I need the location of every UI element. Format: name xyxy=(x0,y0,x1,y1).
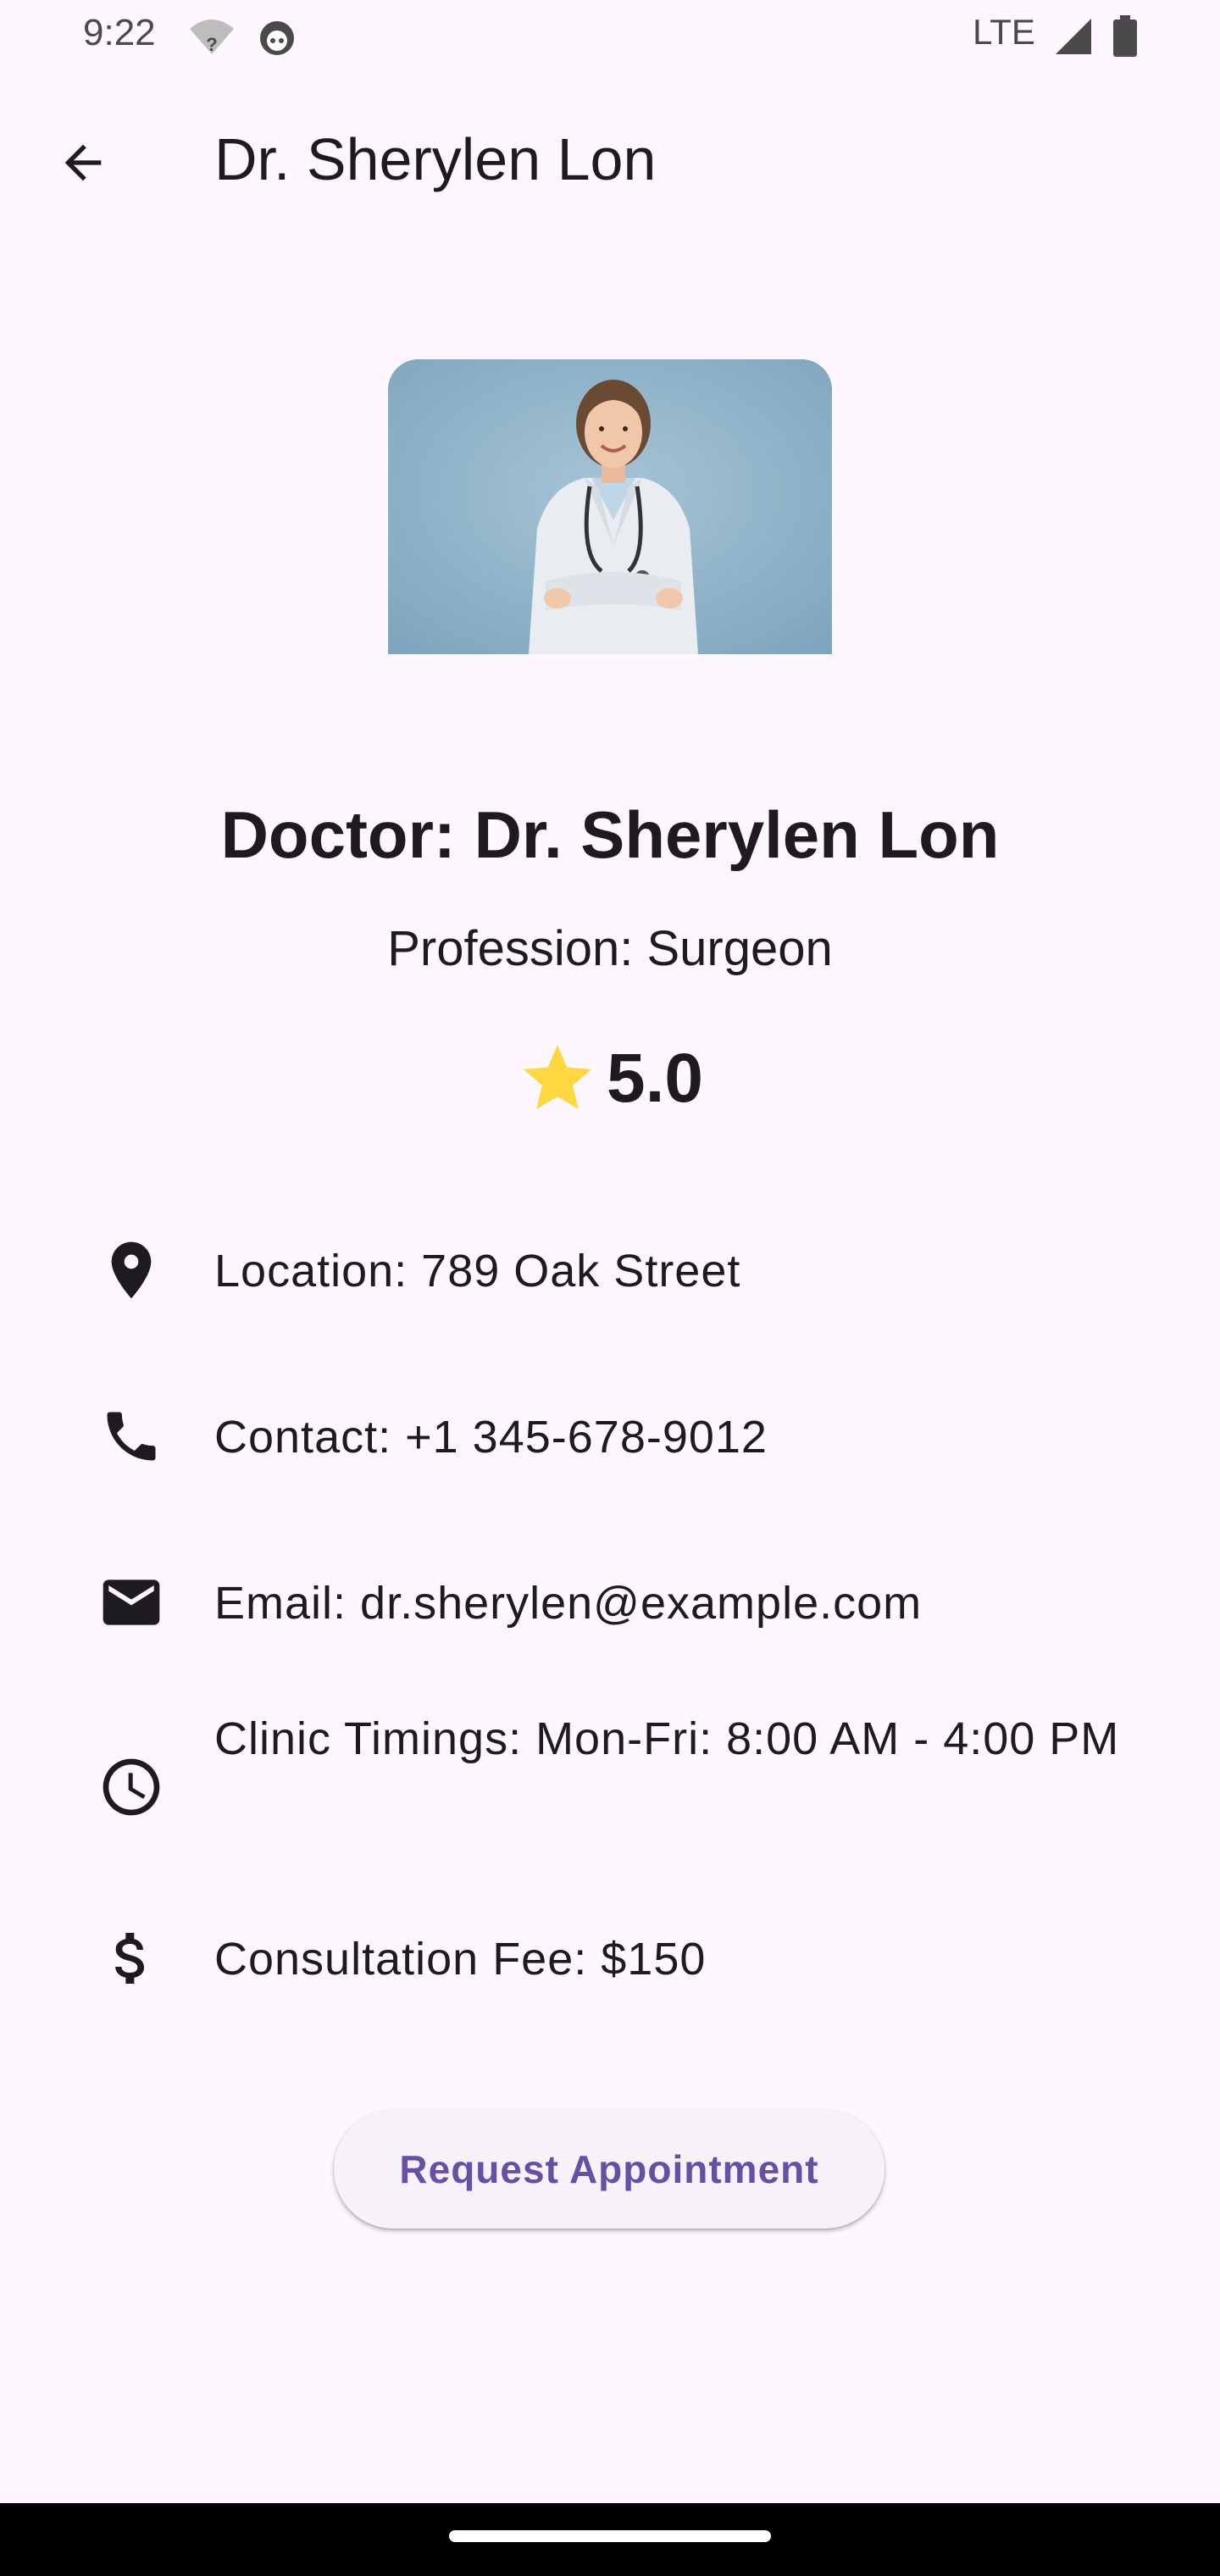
doctor-profession: Profession: Surgeon xyxy=(387,921,833,976)
back-button[interactable] xyxy=(39,119,127,207)
status-bar: 9:22 ? LTE xyxy=(0,0,1220,73)
request-appointment-button[interactable]: Request Appointment xyxy=(334,2110,884,2229)
location-pin-icon xyxy=(93,1232,169,1308)
dollar-icon xyxy=(93,1920,169,1996)
wifi-question-icon: ? xyxy=(188,17,236,60)
clinic-timings-text: Clinic Timings: Mon-Fri: 8:00 AM - 4:00 … xyxy=(214,1713,1120,1764)
email-icon xyxy=(93,1564,169,1641)
email-text: Email: dr.sherylen@example.com xyxy=(214,1578,923,1629)
battery-icon xyxy=(1112,15,1139,62)
location-row: Location: 789 Oak Street xyxy=(0,1229,1220,1313)
rating-value: 5.0 xyxy=(607,1040,703,1117)
phone-icon xyxy=(93,1398,169,1474)
top-app-bar: Dr. Sherylen Lon xyxy=(0,85,1220,220)
star-icon xyxy=(524,1045,591,1109)
doctor-photo xyxy=(388,359,832,654)
home-indicator[interactable] xyxy=(449,2530,771,2542)
clinic-timings-row: Clinic Timings: Mon-Fri: 8:00 AM - 4:00 … xyxy=(0,1703,1220,1856)
svg-text:?: ? xyxy=(206,34,217,55)
rating: 5.0 xyxy=(0,1032,1220,1125)
app-bar-title: Dr. Sherylen Lon xyxy=(214,126,657,192)
network-type: LTE xyxy=(973,12,1035,52)
clock-icon xyxy=(93,1749,169,1825)
cell-signal-icon xyxy=(1054,17,1093,60)
contact-row: Contact: +1 345-678-9012 xyxy=(0,1395,1220,1480)
status-time: 9:22 xyxy=(83,12,156,53)
consultation-fee-row: Consultation Fee: $150 xyxy=(0,1917,1220,2001)
doctor-name: Doctor: Dr. Sherylen Lon xyxy=(220,797,1000,872)
contact-text: Contact: +1 345-678-9012 xyxy=(214,1412,768,1463)
arrow-back-icon xyxy=(64,144,102,181)
system-nav-bar xyxy=(0,2503,1220,2576)
location-text: Location: 789 Oak Street xyxy=(214,1246,741,1296)
android-head-icon xyxy=(256,17,298,60)
consultation-fee-text: Consultation Fee: $150 xyxy=(214,1934,707,1985)
email-row: Email: dr.sherylen@example.com xyxy=(0,1561,1220,1646)
